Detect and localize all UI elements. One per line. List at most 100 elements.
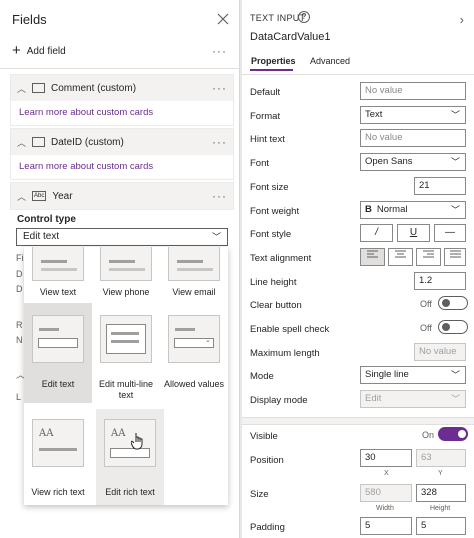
- field-name: Comment (custom): [51, 82, 137, 94]
- tab-advanced[interactable]: Advanced: [310, 56, 350, 66]
- strikethrough-button[interactable]: —: [434, 224, 466, 242]
- position-y-input[interactable]: 63: [416, 449, 466, 467]
- hidden-label: Fi: [16, 253, 24, 263]
- field-section-body: Learn more about custom cards: [11, 155, 233, 179]
- chevron-right-icon[interactable]: ›: [460, 12, 464, 27]
- format-dropdown[interactable]: Text ﹀: [360, 106, 466, 124]
- spell-check-state: Off: [420, 323, 432, 333]
- tile-label: View phone: [102, 287, 150, 297]
- padding-label: Padding: [250, 522, 285, 533]
- underline-button[interactable]: U: [397, 224, 430, 242]
- spell-check-toggle[interactable]: [438, 320, 468, 334]
- control-gallery-popup: View text View phone View email Edit tex…: [24, 247, 228, 505]
- gallery-tile-edit-text[interactable]: Edit text: [24, 303, 92, 403]
- tab-properties[interactable]: Properties: [251, 56, 296, 66]
- font-label: Font: [250, 158, 270, 169]
- hand-cursor-icon: [131, 433, 143, 450]
- mode-dropdown[interactable]: Single line ﹀: [360, 366, 466, 384]
- rich-text-glyph: AA: [39, 428, 54, 439]
- field-name: Year: [52, 190, 73, 202]
- font-weight-label: Font weight: [250, 206, 300, 217]
- help-icon[interactable]: ?: [298, 11, 310, 23]
- divider: [242, 74, 474, 75]
- field-section-header[interactable]: ︿ DateID (custom) ···: [11, 129, 233, 155]
- display-mode-dropdown[interactable]: Edit ﹀: [360, 390, 466, 408]
- active-tab-indicator: [250, 69, 293, 71]
- chevron-up-icon[interactable]: ︿: [17, 136, 26, 149]
- learn-more-link[interactable]: Learn more about custom cards: [19, 107, 153, 118]
- align-left-button[interactable]: [360, 248, 385, 266]
- size-height-input[interactable]: 328: [416, 484, 466, 502]
- line-height-input[interactable]: 1.2: [414, 272, 466, 290]
- align-left-icon: [367, 250, 378, 258]
- x-label: X: [384, 470, 389, 477]
- max-length-label: Maximum length: [250, 348, 320, 359]
- view-text-thumbnail: [32, 247, 84, 281]
- font-size-input[interactable]: 21: [414, 177, 466, 195]
- font-weight-dropdown[interactable]: B Normal ﹀: [360, 201, 466, 219]
- more-options-icon[interactable]: ···: [212, 135, 227, 149]
- fields-panel: Fields + Add field ··· ︿ Comment (custom…: [0, 0, 240, 538]
- chevron-up-icon[interactable]: ︿: [17, 82, 26, 95]
- gallery-tile-edit-rich-text[interactable]: AA Edit rich text: [96, 409, 164, 505]
- chevron-down-icon: ﹀: [450, 205, 460, 215]
- learn-more-link[interactable]: Learn more about custom cards: [19, 161, 153, 172]
- field-section-header[interactable]: ︿ Comment (custom) ···: [11, 75, 233, 101]
- chevron-down-icon: ﹀: [450, 157, 460, 167]
- field-section-comment: ︿ Comment (custom) ··· Learn more about …: [10, 74, 234, 126]
- gallery-tile-edit-multiline[interactable]: Edit multi-line text: [92, 303, 160, 403]
- close-icon[interactable]: [216, 12, 230, 26]
- control-type-label: Control type: [17, 214, 76, 225]
- padding-left-input[interactable]: 5: [360, 517, 412, 535]
- position-x-input[interactable]: 30: [360, 449, 412, 467]
- allowed-values-thumbnail: ⌄: [168, 315, 220, 363]
- field-section-header[interactable]: ︿ Abc Year ···: [11, 183, 233, 209]
- hidden-label: D: [16, 269, 23, 279]
- visible-label: Visible: [250, 431, 278, 442]
- field-card-icon: [32, 137, 46, 147]
- more-options-icon[interactable]: ···: [212, 189, 227, 203]
- more-options-icon[interactable]: ···: [212, 81, 227, 95]
- section-divider: [242, 417, 474, 425]
- add-field-button[interactable]: + Add field: [12, 42, 66, 59]
- more-options-icon[interactable]: ···: [212, 44, 227, 58]
- max-length-input[interactable]: No value: [414, 343, 466, 361]
- chevron-up-icon[interactable]: ︿: [17, 190, 26, 203]
- field-section-dateid: ︿ DateID (custom) ··· Learn more about c…: [10, 128, 234, 180]
- padding-right-input[interactable]: 5: [416, 517, 466, 535]
- tile-label: View email: [172, 287, 216, 297]
- properties-header: TEXT INPUT ? › DataCardValue1 Properties…: [242, 0, 474, 80]
- font-size-label: Font size: [250, 182, 289, 193]
- mode-value: Single line: [365, 369, 409, 380]
- align-justify-icon: [449, 250, 461, 258]
- field-section-body: Learn more about custom cards: [11, 101, 233, 125]
- field-card-icon: [32, 83, 46, 93]
- control-type-dropdown[interactable]: Edit text ﹀: [16, 228, 228, 246]
- align-center-button[interactable]: [388, 248, 413, 266]
- gallery-tile-allowed-values[interactable]: ⌄ Allowed values: [160, 303, 228, 403]
- visible-toggle[interactable]: [438, 427, 468, 441]
- align-justify-button[interactable]: [444, 248, 466, 266]
- text-field-icon: Abc: [32, 191, 47, 201]
- edit-multiline-thumbnail: [100, 315, 152, 363]
- app-root: Fields + Add field ··· ︿ Comment (custom…: [0, 0, 474, 538]
- control-name[interactable]: DataCardValue1: [250, 31, 331, 43]
- hint-text-input[interactable]: No value: [360, 129, 466, 147]
- size-label: Size: [250, 489, 269, 500]
- properties-panel: TEXT INPUT ? › DataCardValue1 Properties…: [242, 0, 474, 538]
- font-dropdown[interactable]: Open Sans ﹀: [360, 153, 466, 171]
- view-email-thumbnail: [168, 247, 220, 281]
- default-input[interactable]: No value: [360, 82, 466, 100]
- plus-icon: +: [12, 42, 21, 59]
- view-phone-thumbnail: [100, 247, 152, 281]
- italic-button[interactable]: /: [360, 224, 393, 242]
- clear-button-toggle[interactable]: [438, 296, 468, 310]
- rich-text-glyph: AA: [111, 428, 126, 439]
- field-section-year: ︿ Abc Year ···: [10, 182, 234, 210]
- gallery-tile-view-rich-text[interactable]: AA View rich text: [24, 409, 92, 505]
- mode-label: Mode: [250, 371, 274, 382]
- chevron-down-icon: ﹀: [450, 394, 460, 404]
- size-width-input[interactable]: 580: [360, 484, 412, 502]
- align-right-button[interactable]: [416, 248, 441, 266]
- text-alignment-label: Text alignment: [250, 253, 312, 264]
